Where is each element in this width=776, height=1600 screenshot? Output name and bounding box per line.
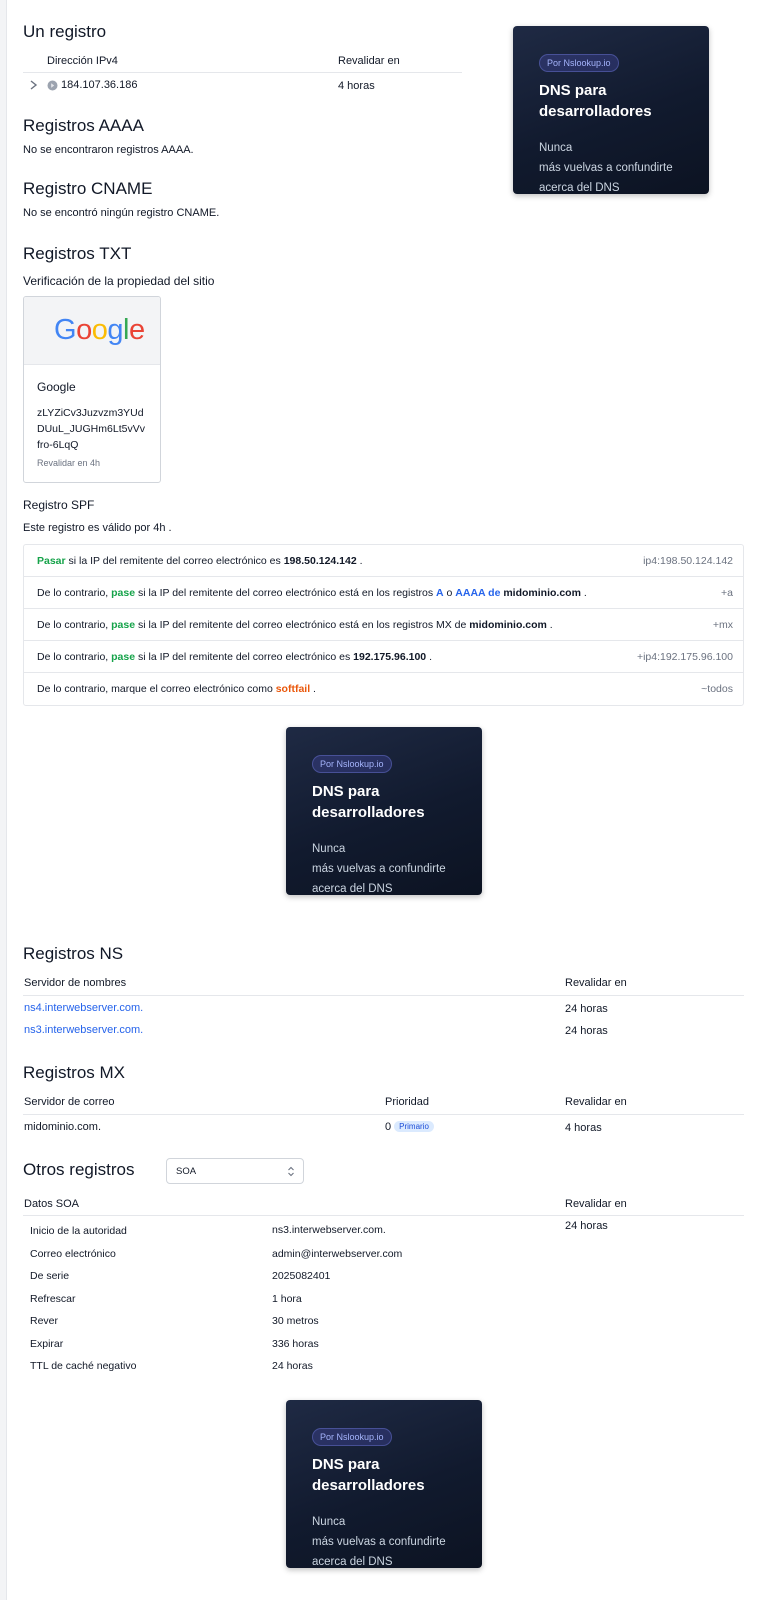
revalidate-value: 24 horas — [565, 1003, 608, 1015]
soa-authority-link[interactable]: ns3.interwebserver.com. — [272, 1224, 386, 1236]
spf-mechanism: +ip4:192.175.96.100 — [636, 651, 733, 663]
spf-rule-row: De lo contrario, pase si la IP del remit… — [24, 577, 743, 609]
soa-key: Inicio de la autoridad — [30, 1225, 127, 1237]
revalidate-value: 4 horas — [565, 1122, 602, 1134]
aaaa-empty-message: No se encontraron registros AAAA. — [23, 144, 194, 156]
primary-badge: Primario — [394, 1121, 434, 1132]
soa-value: 24 horas — [272, 1360, 313, 1372]
revalidate-value: 4 horas — [338, 80, 375, 92]
google-logo: Google — [24, 297, 160, 365]
spf-rule-row: De lo contrario, marque el correo electr… — [37, 683, 733, 695]
chevron-updown-icon — [287, 1165, 295, 1181]
ad-pill: Por Nslookup.io — [312, 1428, 392, 1446]
ns-records-title: Registros NS — [23, 944, 124, 963]
ad-pill: Por Nslookup.io — [312, 755, 392, 773]
spf-mechanism: +a — [721, 587, 733, 599]
soa-header-divider — [23, 1215, 744, 1216]
spf-rule-row: De lo contrario, pase si la IP del remit… — [24, 641, 743, 673]
ns-header-divider — [23, 995, 744, 996]
spf-mechanism: ~todos — [701, 683, 733, 695]
spf-validity: Este registro es válido por 4h . — [23, 522, 172, 534]
ipv4-address: 184.107.36.186 — [61, 79, 138, 91]
spf-mechanism: +mx — [712, 619, 733, 631]
soa-key: TTL de caché negativo — [30, 1360, 137, 1372]
revalidate-value: 24 horas — [565, 1220, 608, 1232]
record-type-select[interactable]: SOA — [166, 1158, 304, 1184]
spf-rule-row: Pasar si la IP del remitente del correo … — [24, 545, 743, 577]
nslookup-ad-middle[interactable]: Por Nslookup.io DNS para desarrolladores… — [286, 727, 482, 895]
nslookup-ad-top[interactable]: Por Nslookup.io DNS para desarrolladores… — [513, 26, 709, 194]
verification-token: zLYZiCv3Juzvzm3YUd DUuL_JUGHm6Lt5vVv fro… — [37, 407, 145, 451]
mx-records-title: Registros MX — [23, 1063, 126, 1082]
spf-title: Registro SPF — [23, 498, 95, 512]
ad-title: DNS para desarrolladores — [312, 1456, 425, 1494]
logo-letter: g — [107, 314, 123, 346]
spf-rule-row: De lo contrario, pase si la IP del remit… — [24, 609, 743, 641]
table-row[interactable]: 184.107.36.186 4 horas — [23, 78, 462, 94]
mail-server: midominio.com. — [24, 1121, 102, 1133]
nameserver-link[interactable]: ns4.interwebserver.com. — [24, 1002, 143, 1014]
revalidate-value: 24 horas — [565, 1025, 608, 1037]
soa-value: admin@interwebserver.com — [272, 1248, 403, 1260]
logo-letter: o — [91, 314, 108, 346]
ad-title: DNS para desarrolladores — [539, 82, 652, 120]
a-records-title: Un registro — [23, 22, 107, 41]
col-soa-data-header: Datos SOA — [24, 1198, 80, 1210]
soa-value: 1 hora — [272, 1293, 302, 1305]
ad-pill: Por Nslookup.io — [539, 54, 619, 72]
other-records-title: Otros registros — [23, 1160, 135, 1179]
soa-key: Expirar — [30, 1338, 64, 1350]
txt-records-title: Registros TXT — [23, 244, 132, 263]
ad-title: DNS para desarrolladores — [312, 783, 425, 821]
col-revalidate-header: Revalidar en — [338, 55, 400, 67]
soa-key: Refrescar — [30, 1293, 76, 1305]
server-status-icon — [47, 80, 58, 94]
logo-letter: o — [76, 314, 92, 346]
col-revalidate-header: Revalidar en — [565, 977, 627, 989]
logo-letter: G — [54, 314, 77, 346]
spf-rules-table: Pasar si la IP del remitente del correo … — [23, 544, 744, 706]
cname-empty-message: No se encontró ningún registro CNAME. — [23, 207, 220, 219]
soa-value: 2025082401 — [272, 1270, 331, 1282]
aaaa-records-title: Registros AAAA — [23, 116, 144, 135]
mx-priority: 0 Primario — [385, 1121, 434, 1133]
soa-key: Rever — [30, 1315, 59, 1327]
mx-header-divider — [23, 1114, 744, 1115]
google-verification-card: Google Google zLYZiCv3Juzvzm3YUd DUuL_JU… — [23, 296, 161, 483]
ad-subtitle: Nunca más vuelvas a confundirte acerca del… — [539, 142, 673, 194]
soa-key: Correo electrónico — [30, 1248, 116, 1260]
ad-subtitle: Nunca más vuelvas a confundirte acerca del… — [312, 843, 446, 895]
left-edge — [0, 0, 7, 1600]
select-value: SOA — [176, 1166, 197, 1177]
col-ipv4-header: Dirección IPv4 — [47, 55, 118, 67]
a-header-divider — [23, 72, 462, 73]
spf-mechanism: ip4:198.50.124.142 — [643, 555, 733, 567]
cname-records-title: Registro CNAME — [23, 179, 153, 198]
nameserver-link[interactable]: ns3.interwebserver.com. — [24, 1024, 143, 1036]
soa-value: 336 horas — [272, 1338, 319, 1350]
logo-letter: e — [128, 314, 145, 346]
col-mailserver-header: Servidor de correo — [24, 1096, 115, 1108]
soa-value: 30 metros — [272, 1315, 319, 1327]
col-priority-header: Prioridad — [385, 1096, 430, 1108]
ad-subtitle: Nunca más vuelvas a confundirte acerca del… — [312, 1516, 446, 1568]
chevron-right-icon[interactable] — [29, 79, 38, 94]
site-verification-title: Verificación de la propiedad del sitio — [23, 274, 215, 288]
card-revalidate: Revalidar en 4h — [37, 458, 101, 468]
col-nameserver-header: Servidor de nombres — [24, 977, 127, 989]
nslookup-ad-bottom[interactable]: Por Nslookup.io DNS para desarrolladores… — [286, 1400, 482, 1568]
soa-key: De serie — [30, 1270, 70, 1282]
card-name: Google — [37, 380, 76, 394]
col-revalidate-header: Revalidar en — [565, 1096, 627, 1108]
col-revalidate-header: Revalidar en — [565, 1198, 627, 1210]
